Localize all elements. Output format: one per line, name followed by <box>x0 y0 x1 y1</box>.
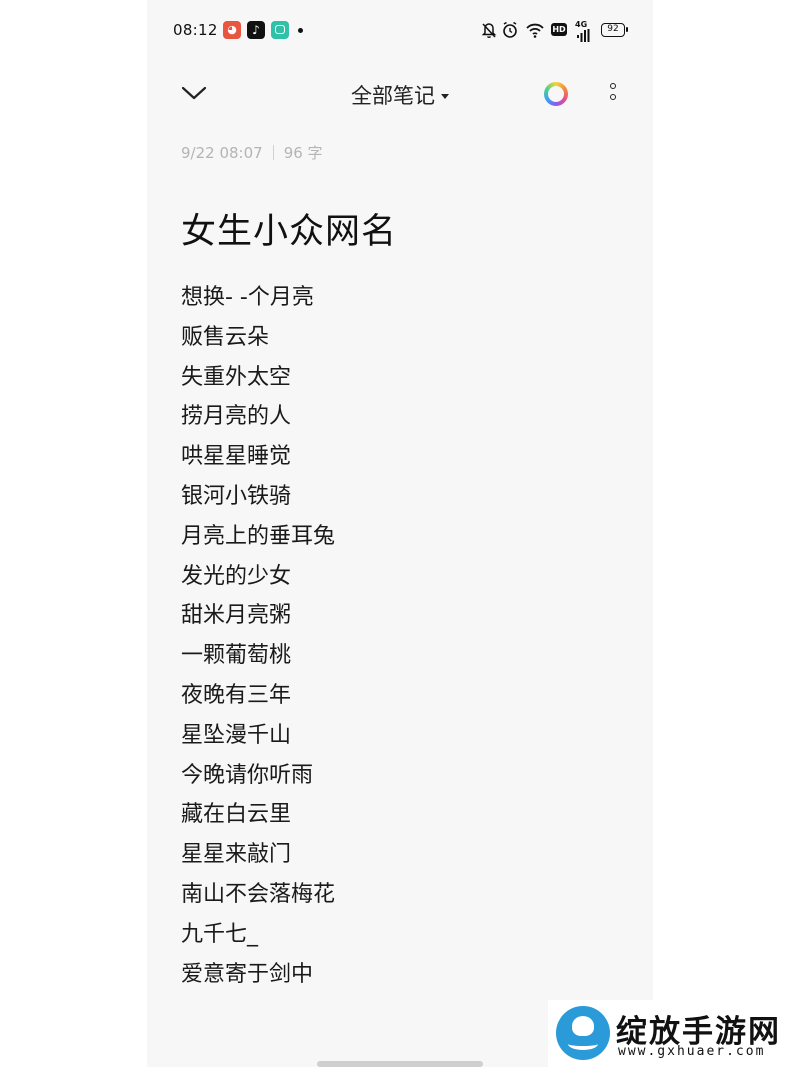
note-line: 夜晚有三年 <box>181 682 292 708</box>
note-line: 月亮上的垂耳兔 <box>181 523 336 549</box>
message-app-icon <box>271 21 289 39</box>
note-body[interactable]: 想换- -个月亮 贩售云朵 失重外太空 捞月亮的人 哄星星睡觉 银河小铁骑 月亮… <box>181 278 335 994</box>
note-line: 藏在白云里 <box>181 802 292 828</box>
note-line: 爱意寄于剑中 <box>181 961 314 987</box>
home-indicator[interactable] <box>317 1061 483 1067</box>
note-line: 今晚请你听雨 <box>181 762 314 788</box>
note-line: 甜米月亮粥 <box>181 603 292 629</box>
note-line: 发光的少女 <box>181 563 292 589</box>
alarm-icon <box>503 21 517 38</box>
note-line: 一颗葡萄桃 <box>181 643 292 669</box>
watermark-logo-icon <box>556 1006 610 1060</box>
pig-app-icon: ◕ <box>223 21 241 39</box>
note-line: 星星来敲门 <box>181 842 292 868</box>
signal-icon <box>577 29 590 42</box>
color-ring-icon[interactable] <box>544 82 568 106</box>
folder-selector[interactable]: 全部笔记 <box>147 80 653 110</box>
watermark-url: www.gxhuaer.com <box>618 1044 766 1059</box>
meta-divider <box>272 145 274 160</box>
note-date: 9/22 08:07 <box>181 144 263 162</box>
note-line: 星坠漫千山 <box>181 722 292 748</box>
note-line: 哄星星睡觉 <box>181 444 292 470</box>
note-title[interactable]: 女生小众网名 <box>181 203 397 254</box>
folder-title: 全部笔记 <box>351 84 435 108</box>
notification-dot-icon <box>298 28 303 33</box>
status-time: 08:12 <box>173 21 218 39</box>
note-line: 九千七_ <box>181 921 259 947</box>
tiktok-icon: ♪ <box>247 21 265 39</box>
note-line: 银河小铁骑 <box>181 483 292 509</box>
note-line: 想换- -个月亮 <box>181 285 314 310</box>
wifi-icon <box>526 23 544 38</box>
caret-down-icon <box>441 94 449 99</box>
battery-icon: 92 <box>601 23 628 37</box>
note-line: 贩售云朵 <box>181 324 270 350</box>
notes-header: 全部笔记 <box>147 62 653 126</box>
status-bar: 08:12 ◕ ♪ HD 4G 92 <box>147 0 653 62</box>
watermark: 绽放手游网 www.gxhuaer.com <box>548 1000 800 1067</box>
word-count: 96 字 <box>283 144 323 162</box>
bell-off-icon <box>481 23 497 38</box>
note-line: 失重外太空 <box>181 364 292 390</box>
note-line: 捞月亮的人 <box>181 404 292 430</box>
note-line: 南山不会落梅花 <box>181 881 336 907</box>
more-vertical-icon[interactable] <box>607 83 619 107</box>
note-meta: 9/22 08:07 96 字 <box>181 142 323 163</box>
notes-screen: 08:12 ◕ ♪ HD 4G 92 全部笔记 9/22 08:07 96 字 … <box>147 0 653 1067</box>
hd-icon: HD <box>551 23 567 36</box>
